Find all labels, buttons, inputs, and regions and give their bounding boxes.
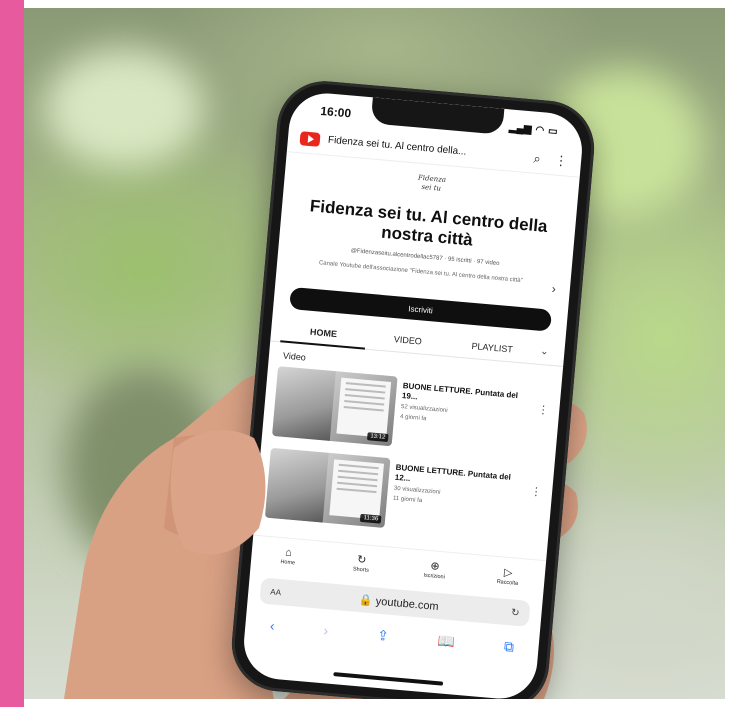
video-thumbnail[interactable]: 11:36 [264,447,391,529]
nav-label: Iscrizioni [423,572,446,580]
home-indicator [333,672,444,686]
channel-avatar[interactable]: Fidenza sei tu [413,173,449,202]
video-thumbnail[interactable]: 13:12 [271,366,398,447]
phone-notch [370,97,505,135]
signal-icon: ▂▄▆ [508,121,532,135]
nav-library[interactable]: ▷ Raccolta [483,563,533,587]
video-duration: 11:36 [360,513,382,524]
search-icon[interactable]: ⌕ [529,150,546,167]
reload-icon[interactable]: ↻ [503,606,520,619]
video-menu-icon[interactable]: ⋮ [525,471,544,548]
thumbnail-branding [336,377,392,438]
video-list-item[interactable]: 11:36 BUONE LETTURE. Puntata del 12... 3… [264,447,544,548]
chevron-down-icon[interactable]: ⌄ [534,345,555,358]
forward-icon[interactable]: › [323,622,329,638]
nav-shorts[interactable]: ↻ Shorts [337,551,387,575]
background-photo: 16:00 ▂▄▆ ◠ ▭ Fidenza sei tu. Al centro … [24,8,725,699]
chevron-right-icon[interactable]: › [551,282,556,296]
nav-label: Shorts [352,565,370,574]
youtube-logo-icon[interactable] [299,130,321,147]
book-image [271,366,336,441]
url-field[interactable]: 🔒 youtube.com [294,587,504,618]
status-icons: ▂▄▆ ◠ ▭ [509,122,558,137]
tab-video[interactable]: VIDEO [365,323,452,356]
battery-icon: ▭ [547,125,559,138]
subscriptions-icon: ⊕ [429,559,441,573]
nav-label: Home [280,559,296,567]
phone-screen: 16:00 ▂▄▆ ◠ ▭ Fidenza sei tu. Al centro … [240,90,586,699]
nav-subscriptions[interactable]: ⊕ Iscrizioni [410,557,460,581]
tab-playlist[interactable]: PLAYLIST [449,331,536,364]
pink-side-bar [0,0,24,707]
video-info: BUONE LETTURE. Puntata del 19... 52 visu… [397,377,533,464]
nav-home[interactable]: ⌂ Home [264,545,313,568]
wifi-icon: ◠ [535,124,545,136]
share-icon[interactable]: ⇪ [376,626,389,644]
section-label: Video [282,350,307,363]
tab-home[interactable]: HOME [280,315,367,350]
bookmarks-icon[interactable]: 📖 [437,632,456,650]
video-duration: 13:12 [366,432,389,442]
status-time: 16:00 [319,103,352,121]
phone-device: 16:00 ▂▄▆ ◠ ▭ Fidenza sei tu. Al centro … [227,77,599,699]
text-size-button[interactable]: AA [270,587,295,598]
video-info: BUONE LETTURE. Puntata del 12... 30 visu… [390,459,526,546]
library-icon: ▷ [503,566,513,579]
stage: 16:00 ▂▄▆ ◠ ▭ Fidenza sei tu. Al centro … [0,0,744,707]
video-menu-icon[interactable]: ⋮ [532,389,551,466]
book-image [264,447,329,523]
header-title: Fidenza sei tu. Al centro della... [327,134,467,158]
thumbnail-branding [329,459,384,520]
home-icon: ⌂ [284,546,293,560]
shorts-icon: ↻ [356,553,367,567]
tabs-icon[interactable]: ⧉ [503,637,514,655]
nav-label: Raccolta [496,578,519,587]
back-icon[interactable]: ‹ [269,617,275,633]
more-options-icon[interactable]: ⋮ [552,152,569,169]
